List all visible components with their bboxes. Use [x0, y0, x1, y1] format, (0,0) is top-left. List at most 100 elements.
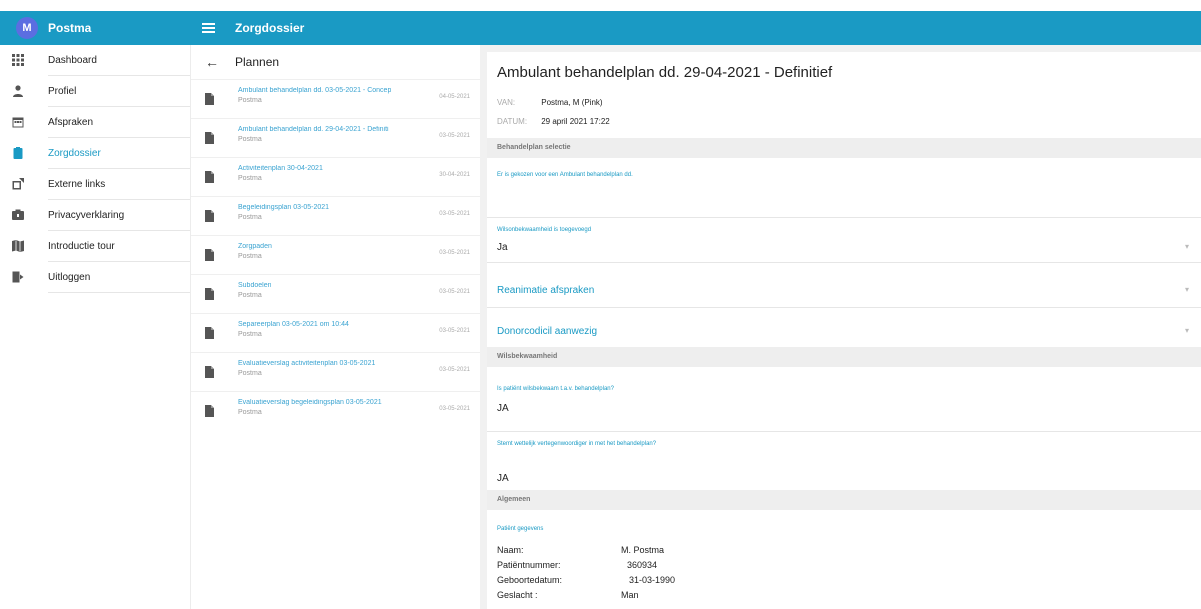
grid-icon — [12, 54, 24, 66]
external-link-icon — [12, 178, 24, 190]
list-item[interactable]: Separeerplan 03-05-2021 om 10:44 Postma 03… — [191, 313, 480, 352]
chevron-down-icon[interactable]: ▾ — [1185, 326, 1189, 335]
wilsonbekwaamheid-value: Ja — [497, 242, 508, 253]
patient-key: Geslacht : — [497, 590, 538, 600]
document-icon — [205, 93, 214, 105]
list-item-date: 03-05-2021 — [439, 289, 470, 295]
section-header: Behandelplan selectie — [487, 138, 1201, 158]
list-item-author: Postma — [238, 175, 262, 182]
list-item-title: Ambulant behandelplan dd. 03-05-2021 - C… — [238, 87, 392, 94]
list-item-author: Postma — [238, 292, 262, 299]
clipboard-icon — [13, 147, 23, 159]
list-item-title: Zorgpaden — [238, 243, 272, 250]
datum-value: 29 april 2021 17:22 — [541, 117, 610, 126]
list-item-title: Evaluatieverslag activiteitenplan 03-05-… — [238, 360, 376, 367]
list-item[interactable]: Evaluatieverslag begeleidingsplan 03-05-… — [191, 391, 480, 430]
logout-icon — [12, 271, 24, 283]
question-vertegenwoordiger: Stemt wettelijk vertegenwoordiger in met… — [497, 441, 657, 447]
list-item-date: 03-05-2021 — [439, 211, 470, 217]
list-item-date: 30-04-2021 — [439, 172, 470, 178]
list-item-date: 03-05-2021 — [439, 406, 470, 412]
map-icon — [12, 240, 24, 252]
patient-row: Geslacht : Man — [497, 590, 639, 600]
list-item-author: Postma — [238, 409, 262, 416]
calendar-icon — [12, 117, 24, 128]
list-item[interactable]: Evaluatieverslag activiteitenplan 03-05-… — [191, 352, 480, 391]
sidebar-item-label: Dashboard — [48, 55, 97, 66]
donorcodicil-accordion[interactable]: Donorcodicil aanwezig — [497, 326, 597, 337]
van-row: VAN: Postma, M (Pink) — [497, 98, 603, 107]
list-item[interactable]: Activiteitenplan 30-04-2021 Postma 30-04-2… — [191, 157, 480, 196]
sidebar-item-afspraken[interactable]: Afspraken — [0, 107, 190, 138]
question-wilsbekwaam: Is patiënt wilsbekwaam t.a.v. behandelpl… — [497, 386, 614, 392]
patient-value: 31-03-1990 — [629, 575, 676, 585]
sidebar-item-privacyverklaring[interactable]: Privacyverklaring — [0, 200, 190, 231]
list-item-title: Ambulant behandelplan dd. 29-04-2021 - D… — [238, 126, 389, 133]
answer-vertegenwoordiger: JA — [497, 473, 509, 484]
list-title: Plannen — [235, 55, 280, 69]
list-item-author: Postma — [238, 136, 262, 143]
sidebar-item-uitloggen[interactable]: Uitloggen — [0, 262, 190, 293]
list-item-title: Begeleidingsplan 03-05-2021 — [238, 204, 330, 211]
list-item-author: Postma — [238, 214, 262, 221]
list-item-author: Postma — [238, 253, 262, 260]
van-label: VAN: — [497, 98, 516, 107]
plans-list-panel: ← Plannen Ambulant behandelplan dd. 03-0… — [190, 45, 480, 609]
patient-key: Naam: — [497, 545, 524, 555]
list-item[interactable]: Ambulant behandelplan dd. 03-05-2021 - C… — [191, 79, 480, 118]
wilsonbekwaamheid-label: Wilsonbekwaamheid is toegevoegd — [497, 227, 592, 233]
section-title: Algemeen — [497, 496, 531, 503]
section-title: Wilsbekwaamheid — [497, 353, 558, 360]
document-icon — [205, 210, 214, 222]
sidebar-item-dashboard[interactable]: Dashboard — [0, 45, 190, 76]
list-item-title: Evaluatieverslag begeleidingsplan 03-05-… — [238, 399, 382, 406]
section-header: Algemeen — [487, 490, 1201, 510]
list-item-date: 03-05-2021 — [439, 328, 470, 334]
chevron-down-icon[interactable]: ▾ — [1185, 242, 1189, 251]
list-item[interactable]: Subdoelen Postma 03-05-2021 — [191, 274, 480, 313]
document-icon — [205, 327, 214, 339]
list-item-date: 03-05-2021 — [439, 250, 470, 256]
patient-value: 360934 — [627, 560, 658, 570]
list-item-title: Subdoelen — [238, 282, 272, 289]
patient-value: M. Postma — [621, 545, 665, 555]
sidebar-item-zorgdossier[interactable]: Zorgdossier — [0, 138, 190, 169]
list-item-date: 04-05-2021 — [439, 94, 470, 100]
sidebar-item-label: Externe links — [48, 179, 106, 190]
shield-icon — [12, 209, 24, 220]
sidebar-item-profiel[interactable]: Profiel — [0, 76, 190, 107]
person-icon — [13, 85, 23, 97]
sidebar-item-label: Afspraken — [48, 117, 94, 128]
list-item[interactable]: Zorgpaden Postma 03-05-2021 — [191, 235, 480, 274]
chevron-down-icon[interactable]: ▾ — [1185, 285, 1189, 294]
back-arrow-icon[interactable]: ← — [205, 55, 219, 69]
list-item-author: Postma — [238, 370, 262, 377]
list-item[interactable]: Begeleidingsplan 03-05-2021 Postma 03-05-2… — [191, 196, 480, 235]
list-item-title: Separeerplan 03-05-2021 om 10:44 — [238, 321, 349, 328]
reanimatie-accordion[interactable]: Reanimatie afspraken — [497, 285, 594, 296]
list-item-title: Activiteitenplan 30-04-2021 — [238, 165, 323, 172]
detail-card: Ambulant behandelplan dd. 29-04-2021 - D… — [487, 52, 1201, 609]
datum-label: DATUM: — [497, 117, 528, 126]
document-icon — [205, 366, 214, 378]
patient-key: Patiëntnummer: — [497, 560, 561, 570]
answer-wilsbekwaam: JA — [497, 403, 509, 414]
list-item[interactable]: Ambulant behandelplan dd. 29-04-2021 - D… — [191, 118, 480, 157]
list-item-author: Postma — [238, 97, 262, 104]
document-icon — [205, 288, 214, 300]
patient-data-label: Patiënt gegevens — [497, 526, 544, 532]
user-area[interactable]: M Postma — [16, 11, 91, 45]
sidebar-item-introductie-tour[interactable]: Introductie tour — [0, 231, 190, 262]
sidebar: Dashboard Profiel Afspraken Zorgdossier … — [0, 45, 190, 609]
sidebar-item-label: Introductie tour — [48, 241, 115, 252]
sidebar-item-label: Uitloggen — [48, 272, 91, 283]
hamburger-icon[interactable] — [202, 23, 215, 33]
patient-row: Naam: M. Postma — [497, 545, 664, 555]
patient-value: Man — [621, 590, 639, 600]
avatar[interactable]: M — [16, 17, 38, 39]
patient-row: Geboortedatum: 31-03-1990 — [497, 575, 675, 585]
document-icon — [205, 249, 214, 261]
document-title: Ambulant behandelplan dd. 29-04-2021 - D… — [497, 64, 833, 81]
sidebar-item-externe-links[interactable]: Externe links — [0, 169, 190, 200]
list-item-author: Postma — [238, 331, 262, 338]
